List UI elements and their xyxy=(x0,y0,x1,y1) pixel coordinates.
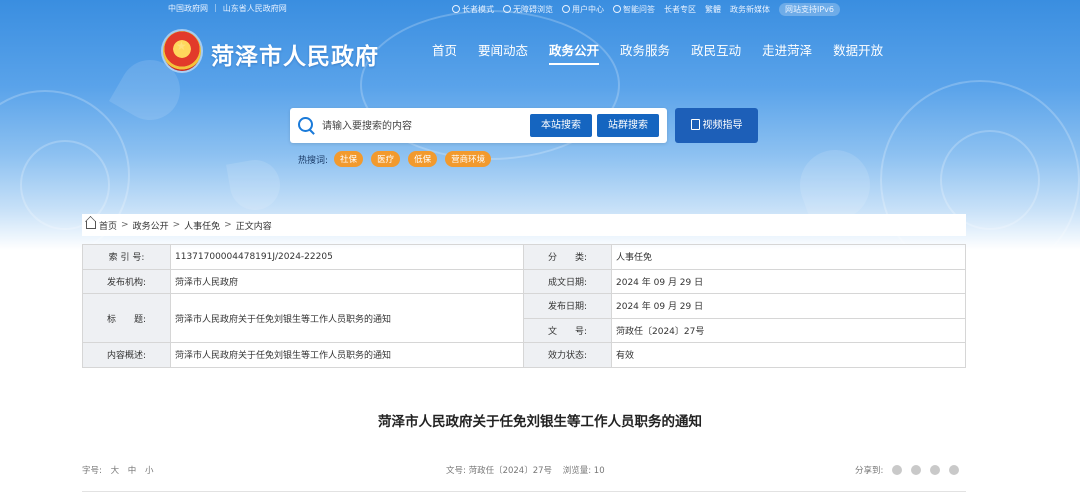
user-center-label: 用户中心 xyxy=(572,5,604,14)
home-icon xyxy=(86,221,96,229)
nav-item-home[interactable]: 首页 xyxy=(432,40,457,65)
link-shandong-gov[interactable]: 山东省人民政府网 xyxy=(223,3,287,14)
breadcrumb-open-affairs[interactable]: 政务公开 xyxy=(133,219,169,232)
table-row: 标 题: 菏泽市人民政府关于任免刘银生等工作人员职务的通知 发布日期: 2024… xyxy=(82,293,966,343)
index-value: 11371700004478191J/2024-22205 xyxy=(170,244,524,270)
nav-item-open-affairs[interactable]: 政务公开 xyxy=(549,40,600,65)
chevron-right-icon: > xyxy=(172,220,181,230)
article-title: 菏泽市人民政府关于任免刘银生等工作人员职务的通知 xyxy=(378,414,702,430)
traditional-chinese-link[interactable]: 繁體 xyxy=(705,4,721,15)
font-size-label: 字号: xyxy=(82,466,102,476)
table-row: 发布机构: 菏泽市人民政府 成文日期: 2024 年 09 月 29 日 xyxy=(82,268,966,294)
doc-number-value: 菏政任〔2024〕27号 xyxy=(611,317,966,343)
star-icon: ★ xyxy=(176,39,187,53)
elder-mode-link[interactable]: 长者模式 xyxy=(452,4,494,15)
created-date-label: 成文日期: xyxy=(523,268,612,294)
document-info-table: 索 引 号: 11371700004478191J/2024-22205 分 类… xyxy=(82,244,966,368)
elder-zone-link[interactable]: 长者专区 xyxy=(664,4,696,15)
weibo-icon[interactable] xyxy=(911,465,922,475)
index-label: 索 引 号: xyxy=(82,244,171,270)
summary-label: 内容概述: xyxy=(82,342,171,368)
search-input[interactable] xyxy=(322,116,512,136)
national-emblem-logo[interactable]: ★ xyxy=(163,31,201,71)
views-meta: 浏览量: 10 xyxy=(562,466,605,476)
site-title[interactable]: 菏泽市人民政府 xyxy=(211,37,379,71)
ipv6-badge: 网站支持IPv6 xyxy=(779,3,841,16)
hot-tag-medical[interactable]: 医疗 xyxy=(371,151,401,167)
petal-decoration xyxy=(226,156,284,214)
search-icon xyxy=(298,117,313,132)
breadcrumb-personnel[interactable]: 人事任免 xyxy=(184,219,220,232)
nav-item-about-heze[interactable]: 走进菏泽 xyxy=(762,40,812,65)
elder-icon xyxy=(452,5,460,13)
user-icon xyxy=(562,5,570,13)
article-meta: 文号: 菏政任〔2024〕27号 浏览量: 10 xyxy=(446,464,613,476)
video-guide-label: 视频指导 xyxy=(702,120,743,131)
divider xyxy=(82,491,966,492)
search-box: 本站搜索 站群搜索 xyxy=(290,108,667,143)
hot-tag-subsistence[interactable]: 低保 xyxy=(408,151,438,167)
published-date-label: 发布日期: xyxy=(523,293,612,319)
nav-item-interaction[interactable]: 政民互动 xyxy=(691,40,741,65)
created-date-value: 2024 年 09 月 29 日 xyxy=(611,268,966,294)
table-row: 索 引 号: 11371700004478191J/2024-22205 分 类… xyxy=(82,244,966,270)
qzone-icon[interactable] xyxy=(949,465,960,475)
link-gov-cn[interactable]: 中国政府网 xyxy=(168,3,208,14)
video-guide-button[interactable]: 视频指导 xyxy=(675,108,758,143)
nav-item-news[interactable]: 要闻动态 xyxy=(478,40,528,65)
breadcrumb-current: 正文内容 xyxy=(235,221,272,232)
font-size-small[interactable]: 小 xyxy=(145,466,154,476)
chat-icon xyxy=(613,5,621,13)
accessibility-icon xyxy=(503,5,511,13)
user-center-link[interactable]: 用户中心 xyxy=(562,4,604,15)
site-search-button[interactable]: 本站搜索 xyxy=(530,114,592,137)
chevron-right-icon: > xyxy=(121,220,129,230)
publisher-label: 发布机构: xyxy=(82,268,171,294)
elder-mode-label: 长者模式 xyxy=(462,5,494,14)
status-label: 效力状态: xyxy=(523,342,612,368)
summary-value: 菏泽市人民政府关于任免刘银生等工作人员职务的通知 xyxy=(170,342,524,368)
breadcrumb-home[interactable]: 首页 xyxy=(99,219,117,232)
wechat-icon[interactable] xyxy=(892,465,903,475)
hot-search: 热搜词: 社保 医疗 低保 营商环境 xyxy=(298,151,499,167)
publisher-value: 菏泽市人民政府 xyxy=(170,268,524,294)
accessibility-label: 无障碍浏览 xyxy=(513,5,553,14)
font-size-controls: 字号: 大 中 小 xyxy=(82,464,160,476)
doc-number-label: 文 号: xyxy=(523,317,612,343)
nav-item-services[interactable]: 政务服务 xyxy=(620,40,670,65)
category-label: 分 类: xyxy=(523,244,612,270)
main-nav: 首页 要闻动态 政务公开 政务服务 政民互动 走进菏泽 数据开放 xyxy=(432,40,904,65)
status-value: 有效 xyxy=(611,342,966,368)
doc-number-meta: 文号: 菏政任〔2024〕27号 xyxy=(446,466,553,476)
smart-qa-link[interactable]: 智能问答 xyxy=(613,4,655,15)
hot-tag-business-env[interactable]: 营商环境 xyxy=(445,151,492,167)
title-label: 标 题: xyxy=(82,293,171,343)
new-media-link[interactable]: 政务新媒体 xyxy=(730,4,770,15)
nav-item-open-data[interactable]: 数据开放 xyxy=(833,40,883,65)
title-value: 菏泽市人民政府关于任免刘银生等工作人员职务的通知 xyxy=(170,293,524,343)
separator: | xyxy=(214,3,217,12)
share-label: 分享到: xyxy=(855,466,884,476)
group-search-button[interactable]: 站群搜索 xyxy=(597,114,659,137)
video-icon xyxy=(690,119,700,130)
accessibility-link[interactable]: 无障碍浏览 xyxy=(503,4,553,15)
hot-tag-social-security[interactable]: 社保 xyxy=(334,151,364,167)
share-bar: 分享到: xyxy=(855,464,960,476)
hot-search-label: 热搜词: xyxy=(298,155,329,166)
chevron-right-icon: > xyxy=(224,220,232,230)
utility-bar: 中国政府网 | 山东省人民政府网 长者模式 无障碍浏览 用户中心 智能问答 长者… xyxy=(0,0,1080,16)
font-size-large[interactable]: 大 xyxy=(111,466,120,476)
qq-icon[interactable] xyxy=(930,465,941,475)
smart-qa-label: 智能问答 xyxy=(623,5,655,14)
table-row: 内容概述: 菏泽市人民政府关于任免刘银生等工作人员职务的通知 效力状态: 有效 xyxy=(82,342,966,368)
category-value: 人事任免 xyxy=(611,244,966,270)
font-size-medium[interactable]: 中 xyxy=(128,466,137,476)
breadcrumb: 首页 > 政务公开 > 人事任免 > 正文内容 xyxy=(82,214,966,236)
published-date-value: 2024 年 09 月 29 日 xyxy=(611,293,966,319)
